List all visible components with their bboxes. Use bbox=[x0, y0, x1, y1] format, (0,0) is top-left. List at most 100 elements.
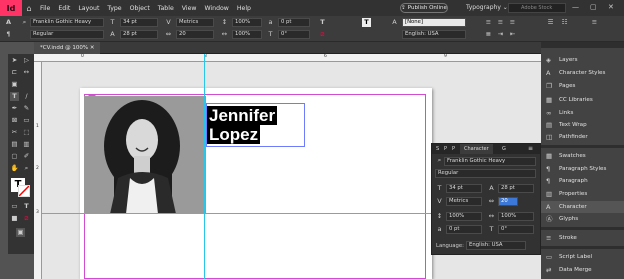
panel-leading-field[interactable]: 28 pt bbox=[498, 184, 534, 193]
portrait-photo[interactable] bbox=[84, 96, 206, 214]
leading-field[interactable]: 28 pt bbox=[120, 30, 158, 39]
page-tool-icon[interactable]: ⊏ bbox=[10, 68, 19, 77]
horizontal-ruler[interactable]: 0 3 6 9 bbox=[34, 54, 541, 62]
panel-cc-libraries[interactable]: ▦ CC Libraries bbox=[541, 94, 624, 106]
skew-field[interactable]: 0° bbox=[278, 30, 310, 39]
zoom-tool-icon[interactable]: ⌕ bbox=[22, 164, 31, 173]
panel-font-family-field[interactable]: Franklin Gothic Heavy bbox=[444, 157, 536, 166]
apply-none-icon[interactable]: ⧄ bbox=[22, 214, 31, 223]
horizontal-guide[interactable] bbox=[42, 213, 431, 214]
rectangle-tool-icon[interactable]: ▭ bbox=[22, 116, 31, 125]
panel-swatches[interactable]: ▦ Swatches bbox=[541, 150, 624, 162]
rectangle-frame-tool-icon[interactable]: ⊠ bbox=[10, 116, 19, 125]
language-field[interactable]: English: USA bbox=[402, 30, 466, 39]
menu-layout[interactable]: Layout bbox=[74, 5, 103, 12]
panel-hscale-field[interactable]: 100% bbox=[498, 212, 534, 221]
menu-object[interactable]: Object bbox=[126, 5, 154, 12]
tab-styles[interactable]: S bbox=[436, 146, 439, 152]
name-second-line[interactable]: Lopez bbox=[207, 125, 261, 144]
menu-window[interactable]: Window bbox=[200, 5, 232, 12]
content-collector-icon[interactable]: ▣ bbox=[10, 80, 19, 89]
gradient-feather-tool-icon[interactable]: ▥ bbox=[22, 140, 31, 149]
line-tool-icon[interactable]: / bbox=[22, 92, 31, 101]
panel-links[interactable]: ∞ Links bbox=[541, 107, 624, 119]
tab-glyphs[interactable]: G bbox=[502, 146, 506, 152]
tab-close-icon[interactable]: ✕ bbox=[90, 45, 95, 51]
publish-online-button[interactable]: ⇪ Publish Online bbox=[400, 3, 448, 13]
font-family-field[interactable]: Franklin Gothic Heavy bbox=[30, 18, 104, 27]
panel-stroke[interactable]: ≡ Stroke bbox=[541, 232, 624, 244]
panel-glyphs[interactable]: Ⓐ Glyphs bbox=[541, 213, 624, 225]
pen-tool-icon[interactable]: ✒ bbox=[10, 104, 19, 113]
align-right-icon[interactable]: ≡ bbox=[508, 18, 517, 27]
vertical-scale-field[interactable]: 100% bbox=[232, 18, 262, 27]
vertical-ruler[interactable]: 1 2 3 bbox=[34, 62, 42, 279]
character-style-field[interactable]: [None] bbox=[402, 18, 466, 27]
panel-data-merge[interactable]: ⇄ Data Merge bbox=[541, 264, 624, 276]
vertical-guide[interactable] bbox=[204, 54, 205, 279]
scissors-tool-icon[interactable]: ✂ bbox=[10, 128, 19, 137]
panel-skew-field[interactable]: 0° bbox=[498, 225, 534, 234]
panel-character-styles[interactable]: A Character Styles bbox=[541, 67, 624, 79]
indent-right-icon[interactable]: ⇤ bbox=[508, 30, 517, 39]
tab-paragraph[interactable]: P bbox=[444, 146, 447, 152]
home-icon[interactable]: ⌂ bbox=[22, 4, 36, 13]
panel-tracking-field[interactable]: 20 bbox=[498, 197, 518, 206]
justify-icon[interactable]: ≣ bbox=[484, 30, 493, 39]
workspace-switcher[interactable]: Typography ⌄ bbox=[466, 4, 508, 11]
panel-baseline-field[interactable]: 0 pt bbox=[446, 225, 482, 234]
name-text-frame[interactable]: Jennifer Lopez bbox=[206, 103, 305, 147]
tab-paragraph-styles[interactable]: P bbox=[452, 146, 455, 152]
text-frame-icon[interactable]: T bbox=[362, 18, 371, 27]
bullets-icon[interactable]: ☰ bbox=[546, 18, 555, 27]
gradient-tool-icon[interactable]: ▤ bbox=[10, 140, 19, 149]
panel-language-field[interactable]: English: USA bbox=[466, 241, 526, 250]
align-left-icon[interactable]: ≡ bbox=[484, 18, 493, 27]
maximize-icon[interactable]: ▢ bbox=[590, 3, 597, 11]
menu-table[interactable]: Table bbox=[154, 5, 178, 12]
panel-font-style-field[interactable]: Regular bbox=[435, 169, 536, 178]
adobe-stock-search[interactable]: Adobe Stock bbox=[508, 3, 566, 13]
minimize-icon[interactable]: — bbox=[572, 3, 579, 11]
menu-file[interactable]: File bbox=[36, 5, 54, 12]
menu-type[interactable]: Type bbox=[103, 5, 125, 12]
stroke-swatch-icon[interactable] bbox=[18, 185, 30, 197]
fill-text-icon[interactable]: T bbox=[318, 18, 327, 27]
paragraph-formatting-icon[interactable]: ¶ bbox=[4, 30, 13, 39]
screen-mode-icon[interactable]: ▣ bbox=[16, 228, 25, 237]
formatting-text-icon[interactable]: T bbox=[22, 202, 31, 211]
note-tool-icon[interactable]: ▢ bbox=[10, 152, 19, 161]
kerning-field[interactable]: Metrics bbox=[176, 18, 214, 27]
stroke-none-icon[interactable]: ⧄ bbox=[318, 30, 327, 39]
panel-pages[interactable]: ❐ Pages bbox=[541, 80, 624, 92]
selection-tool-icon[interactable]: ➤ bbox=[10, 56, 19, 65]
panel-pathfinder[interactable]: ◫ Pathfinder bbox=[541, 131, 624, 143]
panel-character[interactable]: A Character bbox=[541, 201, 624, 213]
font-size-field[interactable]: 34 pt bbox=[120, 18, 158, 27]
panel-paragraph-styles[interactable]: ¶ Paragraph Styles bbox=[541, 163, 624, 175]
panel-layers[interactable]: ◈ Layers bbox=[541, 54, 624, 66]
pencil-tool-icon[interactable]: ✎ bbox=[22, 104, 31, 113]
panel-script-label[interactable]: ▭ Script Label bbox=[541, 251, 624, 263]
menu-view[interactable]: View bbox=[178, 5, 201, 12]
panel-size-field[interactable]: 34 pt bbox=[446, 184, 482, 193]
document-tab[interactable]: *CV.indd @ 100% ✕ bbox=[34, 42, 101, 54]
horizontal-scale-field[interactable]: 100% bbox=[232, 30, 262, 39]
menu-edit[interactable]: Edit bbox=[54, 5, 74, 12]
eyedropper-tool-icon[interactable]: ✐ bbox=[22, 152, 31, 161]
tracking-field[interactable]: 20 bbox=[176, 30, 214, 39]
apply-color-icon[interactable]: ■ bbox=[10, 214, 19, 223]
hand-tool-icon[interactable]: ✋ bbox=[10, 164, 19, 173]
free-transform-tool-icon[interactable]: ⬚ bbox=[22, 128, 31, 137]
align-center-icon[interactable]: ≡ bbox=[496, 18, 505, 27]
indent-left-icon[interactable]: ⇥ bbox=[496, 30, 505, 39]
character-formatting-icon[interactable]: A bbox=[4, 18, 13, 27]
panel-text-wrap[interactable]: ▤ Text Wrap bbox=[541, 119, 624, 131]
direct-selection-tool-icon[interactable]: ▷ bbox=[22, 56, 31, 65]
panel-vscale-field[interactable]: 100% bbox=[446, 212, 482, 221]
panel-properties[interactable]: ▥ Properties bbox=[541, 188, 624, 200]
name-first-line[interactable]: Jennifer bbox=[207, 106, 278, 125]
tab-character[interactable]: Character bbox=[460, 144, 493, 154]
panel-kerning-field[interactable]: Metrics bbox=[446, 197, 482, 206]
baseline-shift-field[interactable]: 0 pt bbox=[278, 18, 310, 27]
